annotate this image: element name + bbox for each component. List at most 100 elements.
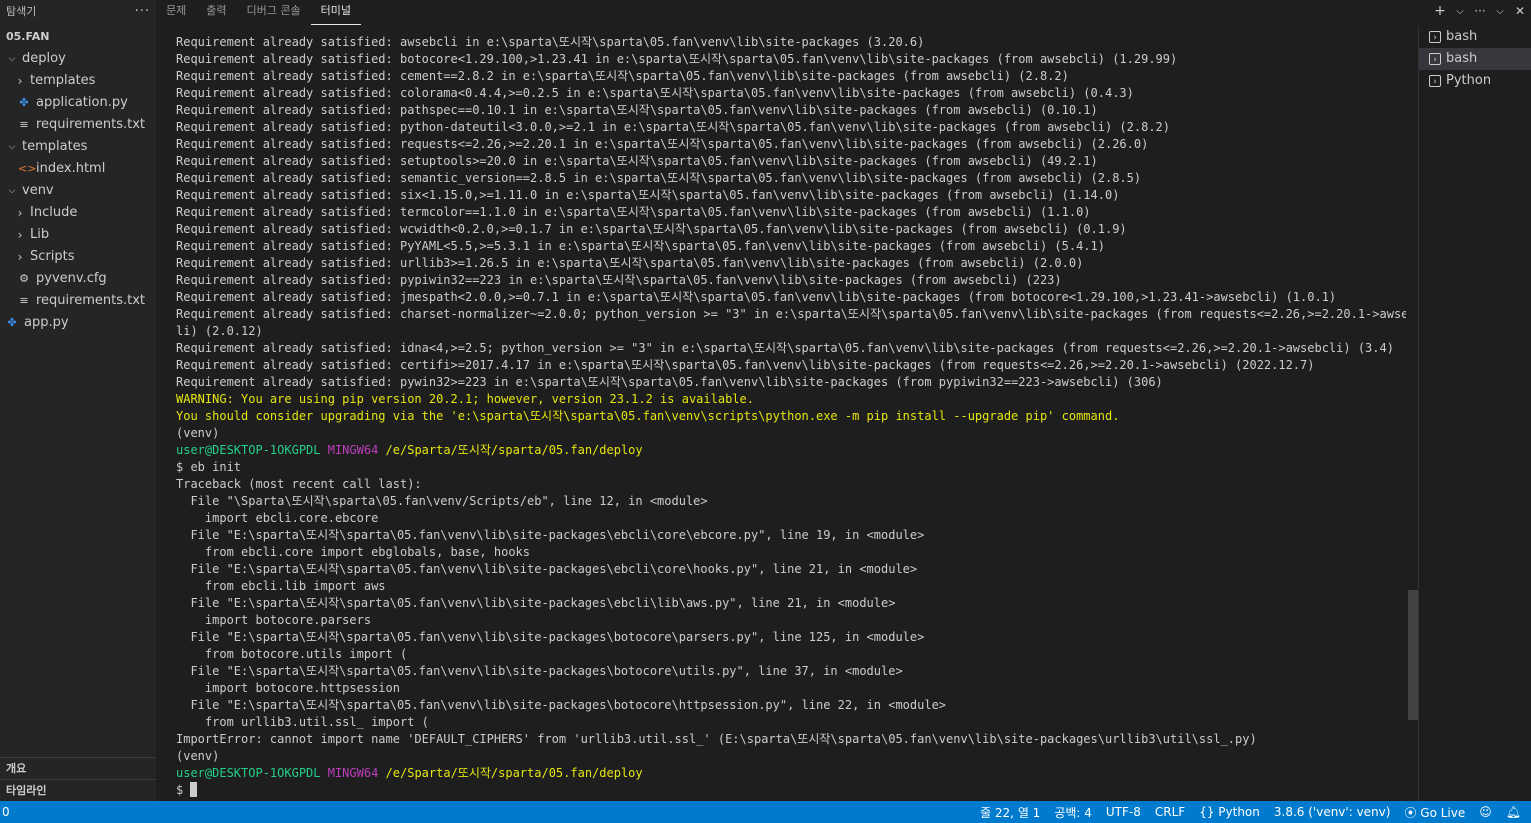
status-indentation[interactable]: 공백: 4 — [1054, 804, 1092, 821]
prompt-host: MINGW64 — [327, 443, 379, 457]
tree-item[interactable]: ≡ requirements.txt — [0, 290, 156, 312]
status-golive[interactable]: ⦿ Go Live — [1404, 804, 1465, 821]
python-file-icon: ✤ — [7, 316, 17, 329]
terminal-line: Requirement already satisfied: PyYAML<5.… — [176, 239, 1105, 253]
command-line: $ eb init — [176, 460, 242, 474]
venv-label-2: (venv) — [176, 749, 220, 763]
terminal-line: Requirement already satisfied: awsebcli … — [176, 35, 925, 49]
traceback-line: from botocore.utils import ( — [176, 647, 408, 661]
status-golive-label: Go Live — [1420, 805, 1466, 820]
chevron-right-icon: › — [17, 250, 23, 264]
status-language-label: Python — [1218, 805, 1260, 819]
text-file-icon: ≡ — [19, 118, 29, 131]
chevron-down-icon: ⌵ — [8, 142, 16, 152]
explorer-sidebar: 탐색기 ··· 05.FAN ⌵ deploy › templates ✤ applica… — [0, 0, 156, 801]
tree-item[interactable]: ✤ application.py — [0, 92, 156, 114]
status-language[interactable]: {} Python — [1199, 805, 1260, 819]
tree-item-label: Scripts — [30, 249, 75, 264]
terminal-item-python[interactable]: › Python — [1419, 70, 1531, 92]
tab-problems[interactable]: 문제 — [156, 0, 196, 24]
terminal-line: Requirement already satisfied: urllib3>=… — [176, 256, 1084, 270]
prompt-symbol: $ — [176, 783, 184, 797]
terminal-dropdown-icon[interactable]: ⌵ — [1453, 6, 1467, 17]
status-problems-count[interactable]: 0 — [0, 805, 10, 819]
tree-item[interactable]: ⌵ venv — [0, 180, 156, 202]
status-encoding[interactable]: UTF-8 — [1106, 805, 1141, 819]
traceback-line: from urllib3.util.ssl_ import ( — [176, 715, 429, 729]
terminal-icon: › — [1429, 75, 1441, 87]
chevron-down-icon: ⌵ — [8, 54, 16, 64]
traceback-line: File "E:\sparta\또시작\sparta\05.fan\venv\l… — [176, 562, 918, 576]
explorer-more-icon[interactable]: ··· — [135, 4, 150, 19]
terminal-line: Requirement already satisfied: wcwidth<0… — [176, 222, 1127, 236]
tree-item[interactable]: › Scripts — [0, 246, 156, 268]
tree-item[interactable]: › Lib — [0, 224, 156, 246]
input-line[interactable]: $ — [176, 782, 1406, 799]
tree-item-label: templates — [22, 139, 88, 154]
close-panel-icon[interactable]: ✕ — [1513, 4, 1527, 18]
text-file-icon: ≡ — [19, 294, 29, 307]
tree-item-label: templates — [30, 73, 96, 88]
terminal-list: › bash › bash › Python — [1418, 26, 1531, 801]
terminal-icon: › — [1429, 31, 1441, 43]
terminal-item-bash-1[interactable]: › bash — [1419, 26, 1531, 48]
terminal-output[interactable]: Requirement already satisfied: awsebcli … — [176, 34, 1406, 799]
terminal-line: Requirement already satisfied: certifi>=… — [176, 358, 1315, 372]
prompt-line: user@DESKTOP-1OKGPDL MINGW64 /e/Sparta/또… — [176, 442, 1406, 459]
explorer-header: 탐색기 ··· — [0, 0, 156, 22]
tree-item[interactable]: ✤ app.py — [0, 312, 156, 334]
workspace-folder[interactable]: 05.FAN — [0, 26, 156, 48]
tree-item[interactable]: ⌵ templates — [0, 136, 156, 158]
tree-item[interactable]: ⚙ pyvenv.cfg — [0, 268, 156, 290]
braces-icon: {} — [1199, 805, 1219, 819]
tab-terminal[interactable]: 터미널 — [310, 0, 361, 25]
tree-item[interactable]: ≡ requirements.txt — [0, 114, 156, 136]
timeline-section[interactable]: 타임라인 — [0, 779, 156, 801]
terminal-item-label: Python — [1446, 73, 1492, 88]
traceback-line: File "E:\sparta\또시작\sparta\05.fan\venv\l… — [176, 664, 903, 678]
tree-item-label: venv — [22, 183, 54, 198]
terminal-icon: › — [1429, 53, 1441, 65]
status-cursor-position[interactable]: 줄 22, 열 1 — [980, 804, 1040, 821]
terminal-line: Requirement already satisfied: pathspec=… — [176, 103, 1098, 117]
outline-section[interactable]: 개요 — [0, 757, 156, 779]
terminal-item-label: bash — [1446, 29, 1478, 44]
warning-line: WARNING: You are using pip version 20.2.… — [176, 392, 754, 406]
terminal-line: li) (2.0.12) — [176, 324, 263, 338]
status-bar: 0 줄 22, 열 1 공백: 4 UTF-8 CRLF {} Python 3… — [0, 801, 1531, 823]
tree-item[interactable]: ⌵ deploy — [0, 48, 156, 70]
tree-item[interactable]: › templates — [0, 70, 156, 92]
status-interpreter[interactable]: 3.8.6 ('venv': venv) — [1274, 805, 1391, 819]
tab-debug-console[interactable]: 디버그 콘솔 — [237, 0, 311, 24]
tree-item-label: application.py — [36, 95, 128, 110]
status-eol[interactable]: CRLF — [1155, 805, 1185, 819]
file-tree: ⌵ deploy › templates ✤ application.py ≡ require… — [0, 48, 156, 334]
tree-item-label: deploy — [22, 51, 66, 66]
terminal-line: Requirement already satisfied: semantic_… — [176, 171, 1142, 185]
notifications-bell-icon[interactable]: 🔔︎ — [1506, 805, 1521, 819]
tree-item-label: requirements.txt — [36, 293, 146, 308]
tree-item[interactable]: <> index.html — [0, 158, 156, 180]
chevron-right-icon: › — [17, 206, 23, 220]
traceback-lines: Traceback (most recent call last): File … — [176, 476, 1406, 748]
traceback-line: Traceback (most recent call last): — [176, 477, 422, 491]
terminal-line: Requirement already satisfied: setuptool… — [176, 154, 1098, 168]
feedback-icon[interactable]: ☺ — [1479, 805, 1492, 819]
new-terminal-icon[interactable]: + — [1433, 3, 1447, 19]
more-actions-icon[interactable]: ··· — [1473, 4, 1487, 18]
terminal-item-label: bash — [1446, 51, 1478, 66]
traceback-line: from ebcli.core import ebglobals, base, … — [176, 545, 531, 559]
terminal-line: Requirement already satisfied: botocore<… — [176, 52, 1178, 66]
terminal-line: Requirement already satisfied: termcolor… — [176, 205, 1091, 219]
tree-item-label: Include — [30, 205, 78, 220]
terminal-line: Requirement already satisfied: colorama<… — [176, 86, 1134, 100]
terminal-item-bash-2[interactable]: › bash — [1419, 48, 1531, 70]
tree-item-label: app.py — [24, 315, 69, 330]
traceback-line: import botocore.httpsession — [176, 681, 400, 695]
terminal-scrollbar[interactable] — [1408, 590, 1418, 720]
terminal-line: Requirement already satisfied: idna<4,>=… — [176, 341, 1394, 355]
maximize-panel-icon[interactable]: ⌵ — [1493, 6, 1507, 17]
tab-output[interactable]: 출력 — [196, 0, 236, 24]
tree-item[interactable]: › Include — [0, 202, 156, 224]
explorer-title: 탐색기 — [6, 5, 37, 18]
